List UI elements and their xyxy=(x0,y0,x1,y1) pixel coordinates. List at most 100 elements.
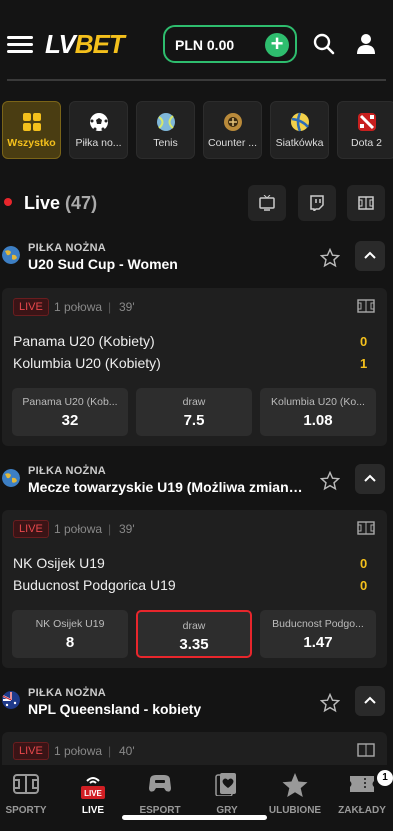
world-flag-icon xyxy=(2,469,20,487)
odd-label: draw xyxy=(182,396,206,408)
deposit-button[interactable]: + xyxy=(265,33,289,57)
favorite-star-icon[interactable] xyxy=(320,471,340,491)
odd-value: 32 xyxy=(61,412,79,429)
pitch-icon[interactable] xyxy=(357,521,375,535)
live-badge: LIVE xyxy=(13,298,49,316)
odd-label: Kolumbia U20 (Ko... xyxy=(271,396,365,408)
pitch-icon[interactable] xyxy=(357,299,375,313)
pitch-icon[interactable] xyxy=(357,743,375,757)
category-tennis[interactable]: Tenis xyxy=(136,101,195,159)
live-badge: LIVE xyxy=(13,742,49,760)
match-minute: 39' xyxy=(119,522,135,536)
odd-label: Buducnost Podgo... xyxy=(272,618,364,630)
live-indicator-dot xyxy=(4,198,12,206)
live-icon: LIVE xyxy=(81,777,105,799)
nav-esport[interactable]: ESPORT xyxy=(127,765,193,831)
tennis-ball-icon xyxy=(156,113,175,131)
odd-home-button[interactable]: NK Osijek U19 8 xyxy=(12,610,128,658)
cards-icon xyxy=(215,773,236,796)
match-card[interactable]: LIVE 1 połowa | 39' Panama U20 (Kobiety)… xyxy=(2,288,387,446)
user-icon[interactable] xyxy=(355,33,377,55)
logo-lv: LV xyxy=(45,29,76,59)
event-league[interactable]: Mecze towarzyskie U19 (Możliwa zmiana f.… xyxy=(28,479,310,495)
home-score: 0 xyxy=(360,334,368,349)
collapse-button[interactable] xyxy=(355,464,385,494)
odd-home-button[interactable]: Panama U20 (Kob... 32 xyxy=(12,388,128,436)
live-title: Live (47) xyxy=(24,193,97,214)
menu-icon[interactable] xyxy=(7,36,33,54)
star-icon xyxy=(282,773,308,797)
tv-filter-button[interactable] xyxy=(248,185,286,221)
logo[interactable]: LVBET xyxy=(45,29,125,60)
home-score: 0 xyxy=(360,556,368,571)
match-card[interactable]: LIVE 1 połowa | 39' NK Osijek U19 0 Budu… xyxy=(2,510,387,668)
separator: | xyxy=(108,522,112,536)
home-indicator xyxy=(122,815,267,820)
nav-games[interactable]: GRY xyxy=(194,765,260,831)
bet-count-badge: 1 xyxy=(377,770,393,786)
home-team: NK Osijek U19 xyxy=(13,555,105,571)
category-label: Piłka no... xyxy=(75,137,122,149)
category-all[interactable]: Wszystko xyxy=(2,101,61,159)
gamepad-icon xyxy=(149,775,171,792)
australia-flag-icon xyxy=(2,691,20,709)
event-sport: PIŁKA NOŻNA xyxy=(28,465,107,477)
soccer-ball-icon xyxy=(89,113,108,131)
odd-draw-button[interactable]: draw 3.35 xyxy=(136,610,252,658)
chevron-up-icon xyxy=(364,696,376,704)
balance-amount: PLN 0.00 xyxy=(175,37,235,53)
dota-icon xyxy=(357,113,376,131)
grid-icon xyxy=(22,113,41,131)
match-period: 1 połowa xyxy=(54,522,103,536)
nav-sports[interactable]: SPORTY xyxy=(0,765,59,831)
category-soccer[interactable]: Piłka no... xyxy=(69,101,128,159)
match-minute: 39' xyxy=(119,300,135,314)
stream-filter-button[interactable] xyxy=(298,185,336,221)
away-team: Buducnost Podgorica U19 xyxy=(13,577,176,593)
bottom-navigation: SPORTY LIVE LIVE ESPORT GRY ULUBIONE ZAK… xyxy=(0,765,393,831)
odd-away-button[interactable]: Kolumbia U20 (Ko... 1.08 xyxy=(260,388,376,436)
event-sport: PIŁKA NOŻNA xyxy=(28,242,107,254)
stadium-icon xyxy=(13,774,39,794)
chevron-up-icon xyxy=(364,251,376,259)
category-label: Wszystko xyxy=(7,137,56,149)
odd-away-button[interactable]: Buducnost Podgo... 1.47 xyxy=(260,610,376,658)
category-dota[interactable]: Dota 2 xyxy=(337,101,393,159)
event-league[interactable]: U20 Sud Cup - Women xyxy=(28,256,178,272)
category-bar: Wszystko Piłka no... Tenis Counter ... S… xyxy=(2,101,393,159)
nav-favorites[interactable]: ULUBIONE xyxy=(262,765,328,831)
category-volleyball[interactable]: Siatkówka xyxy=(270,101,329,159)
odd-label: Panama U20 (Kob... xyxy=(22,396,118,408)
category-label: Counter ... xyxy=(207,137,258,149)
svg-text:LIVE: LIVE xyxy=(84,789,102,798)
nav-live[interactable]: LIVE LIVE xyxy=(60,765,126,831)
collapse-button[interactable] xyxy=(355,241,385,271)
odd-value: 8 xyxy=(65,634,75,651)
home-team: Panama U20 (Kobiety) xyxy=(13,333,155,349)
live-title-text: Live xyxy=(24,193,61,213)
odd-value: 3.35 xyxy=(179,636,209,653)
logo-bet: BET xyxy=(74,29,125,59)
nav-label: ZAKŁADY xyxy=(338,805,386,816)
odd-label: NK Osijek U19 xyxy=(35,618,105,630)
category-counter-strike[interactable]: Counter ... xyxy=(203,101,262,159)
balance-box[interactable]: PLN 0.00 + xyxy=(163,25,297,63)
favorite-star-icon[interactable] xyxy=(320,248,340,268)
stats-filter-button[interactable] xyxy=(347,185,385,221)
nav-label: ULUBIONE xyxy=(268,805,322,816)
event-league[interactable]: NPL Queensland - kobiety xyxy=(28,701,201,717)
separator: | xyxy=(108,300,112,314)
favorite-star-icon[interactable] xyxy=(320,693,340,713)
search-icon[interactable] xyxy=(313,33,335,55)
odd-draw-button[interactable]: draw 7.5 xyxy=(136,388,252,436)
nav-label: SPORTY xyxy=(5,805,47,816)
live-section-header: Live (47) xyxy=(0,185,393,225)
live-badge: LIVE xyxy=(13,520,49,538)
pitch-icon xyxy=(358,196,374,210)
away-score: 0 xyxy=(360,578,368,593)
odd-value: 1.47 xyxy=(303,634,333,651)
chevron-up-icon xyxy=(364,474,376,482)
match-minute: 40' xyxy=(119,744,135,758)
world-flag-icon xyxy=(2,246,20,264)
collapse-button[interactable] xyxy=(355,686,385,716)
